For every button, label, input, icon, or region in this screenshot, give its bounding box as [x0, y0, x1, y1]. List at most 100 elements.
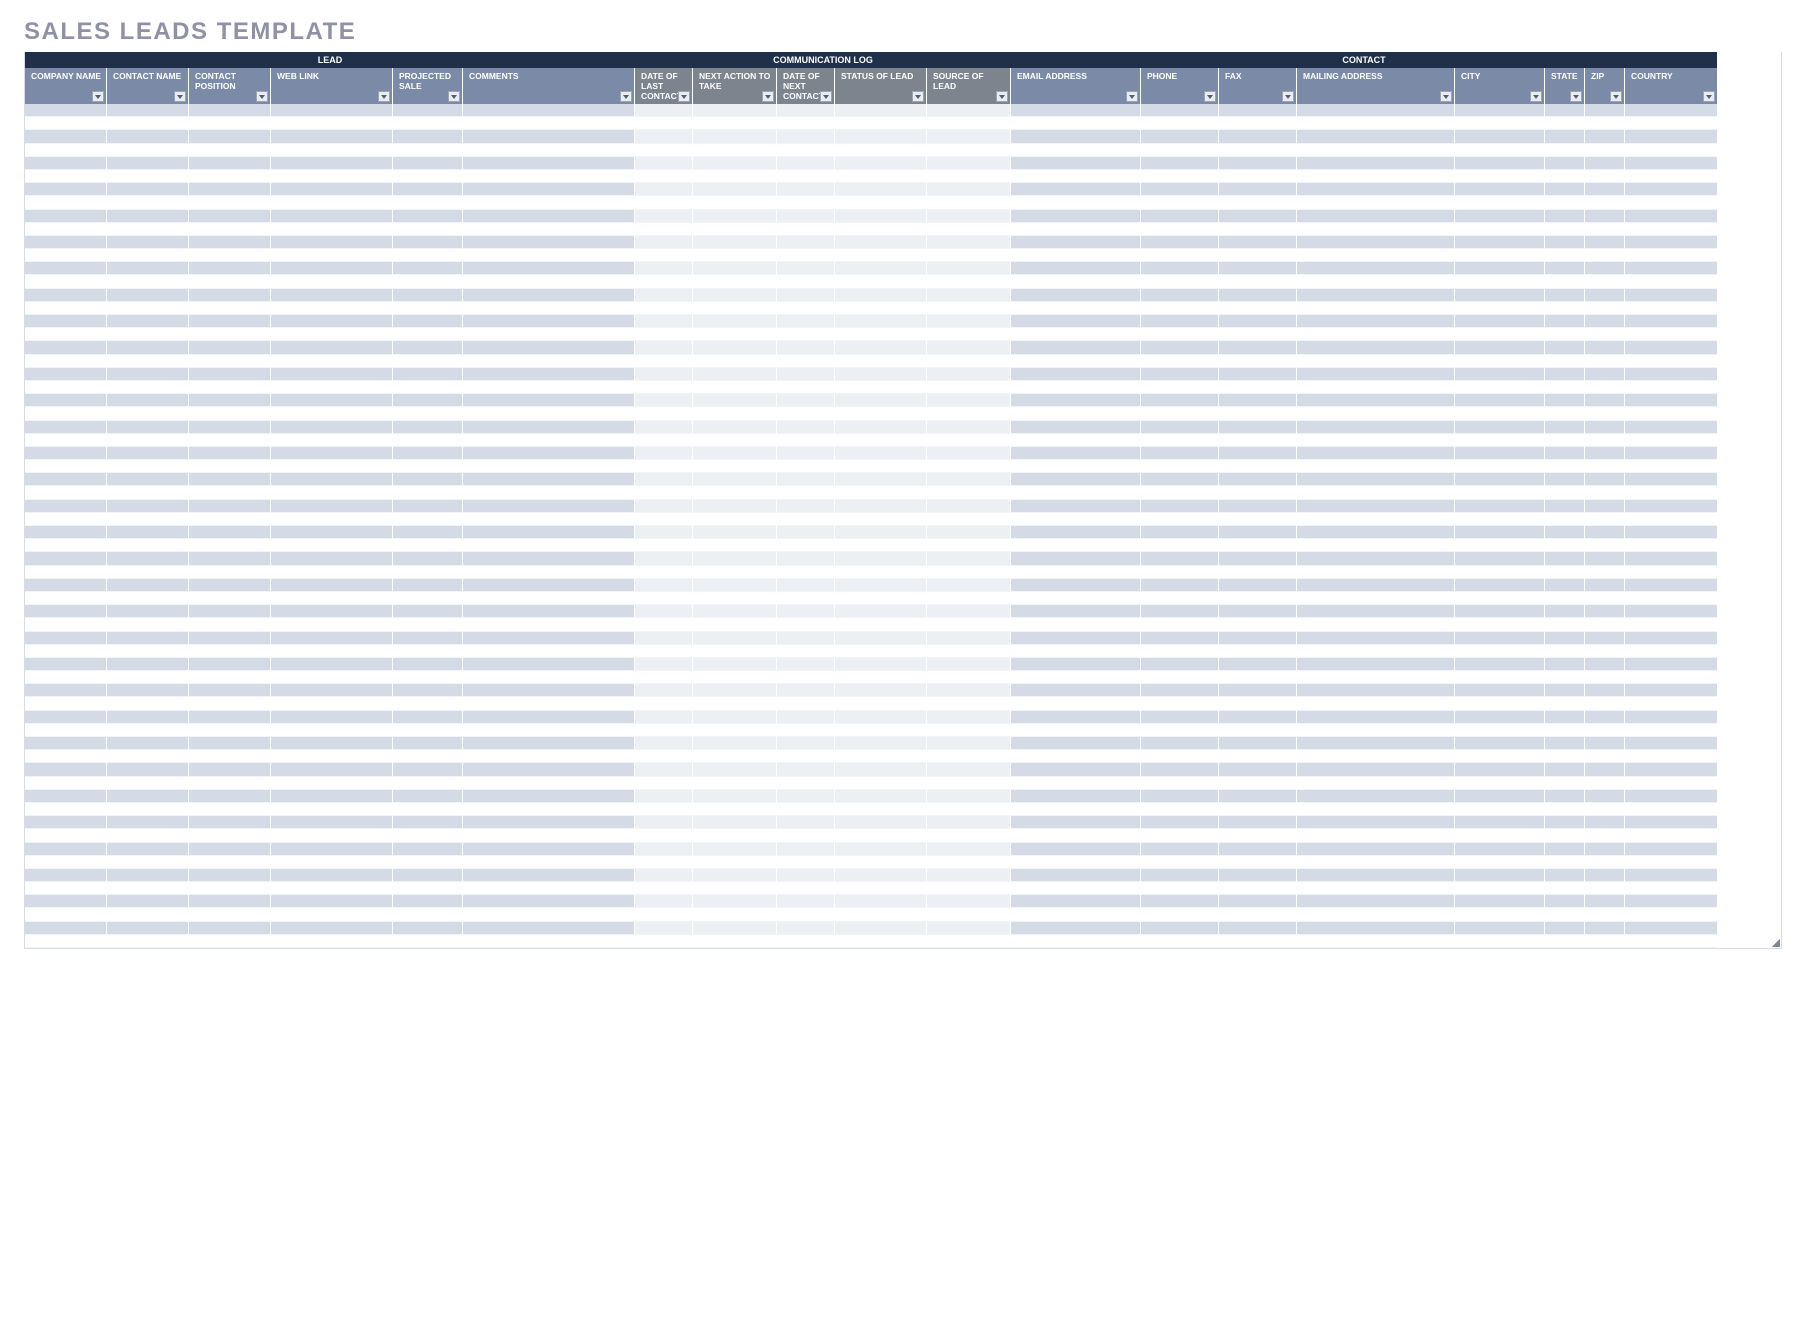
cell[interactable] [1011, 262, 1141, 275]
cell[interactable] [25, 130, 107, 143]
cell[interactable] [635, 697, 693, 710]
cell[interactable] [1011, 856, 1141, 869]
cell[interactable] [1585, 500, 1625, 513]
cell[interactable] [1297, 249, 1455, 262]
cell[interactable] [1625, 249, 1717, 262]
cell[interactable] [107, 763, 189, 776]
cell[interactable] [1141, 341, 1219, 354]
cell[interactable] [927, 302, 1011, 315]
cell[interactable] [1297, 922, 1455, 935]
cell[interactable] [189, 592, 271, 605]
cell[interactable] [1297, 170, 1455, 183]
cell[interactable] [107, 869, 189, 882]
cell[interactable] [835, 302, 927, 315]
cell[interactable] [1455, 302, 1545, 315]
resize-handle-icon[interactable] [1772, 939, 1780, 947]
cell[interactable] [393, 486, 463, 499]
cell[interactable] [927, 130, 1011, 143]
cell[interactable] [271, 856, 393, 869]
cell[interactable] [1455, 196, 1545, 209]
cell[interactable] [1011, 236, 1141, 249]
cell[interactable] [1219, 763, 1297, 776]
cell[interactable] [463, 908, 635, 921]
cell[interactable] [1545, 658, 1585, 671]
cell[interactable] [1545, 236, 1585, 249]
cell[interactable] [1297, 671, 1455, 684]
cell[interactable] [393, 170, 463, 183]
cell[interactable] [1455, 935, 1545, 948]
cell[interactable] [1545, 249, 1585, 262]
cell[interactable] [1297, 513, 1455, 526]
cell[interactable] [189, 816, 271, 829]
cell[interactable] [463, 157, 635, 170]
cell[interactable] [1625, 697, 1717, 710]
cell[interactable] [1011, 843, 1141, 856]
cell[interactable] [393, 315, 463, 328]
cell[interactable] [393, 737, 463, 750]
cell[interactable] [635, 249, 693, 262]
cell[interactable] [635, 223, 693, 236]
cell[interactable] [835, 196, 927, 209]
cell[interactable] [1141, 394, 1219, 407]
cell[interactable] [463, 790, 635, 803]
cell[interactable] [1625, 526, 1717, 539]
cell[interactable] [463, 618, 635, 631]
cell[interactable] [1625, 104, 1717, 117]
cell[interactable] [1141, 632, 1219, 645]
cell[interactable] [635, 447, 693, 460]
cell[interactable] [1141, 473, 1219, 486]
cell[interactable] [693, 196, 777, 209]
cell[interactable] [25, 526, 107, 539]
cell[interactable] [463, 552, 635, 565]
cell[interactable] [107, 381, 189, 394]
cell[interactable] [1297, 434, 1455, 447]
cell[interactable] [1545, 355, 1585, 368]
column-header-projected-sale[interactable]: PROJECTED SALE [393, 68, 463, 104]
cell[interactable] [635, 592, 693, 605]
cell[interactable] [189, 724, 271, 737]
cell[interactable] [1625, 671, 1717, 684]
cell[interactable] [25, 658, 107, 671]
cell[interactable] [1455, 210, 1545, 223]
cell[interactable] [635, 658, 693, 671]
cell[interactable] [927, 539, 1011, 552]
cell[interactable] [1585, 315, 1625, 328]
cell[interactable] [835, 869, 927, 882]
cell[interactable] [393, 460, 463, 473]
cell[interactable] [189, 486, 271, 499]
cell[interactable] [271, 513, 393, 526]
cell[interactable] [463, 421, 635, 434]
cell[interactable] [1545, 500, 1585, 513]
cell[interactable] [107, 196, 189, 209]
cell[interactable] [463, 592, 635, 605]
cell[interactable] [393, 117, 463, 130]
cell[interactable] [1585, 605, 1625, 618]
cell[interactable] [1141, 724, 1219, 737]
cell[interactable] [927, 315, 1011, 328]
cell[interactable] [271, 592, 393, 605]
cell[interactable] [1141, 407, 1219, 420]
cell[interactable] [1297, 144, 1455, 157]
cell[interactable] [107, 539, 189, 552]
cell[interactable] [189, 829, 271, 842]
cell[interactable] [1297, 486, 1455, 499]
cell[interactable] [1297, 658, 1455, 671]
cell[interactable] [835, 210, 927, 223]
cell[interactable] [835, 684, 927, 697]
cell[interactable] [1011, 104, 1141, 117]
cell[interactable] [693, 473, 777, 486]
cell[interactable] [463, 579, 635, 592]
cell[interactable] [927, 737, 1011, 750]
column-header-source-of-lead[interactable]: SOURCE OF LEAD [927, 68, 1011, 104]
cell[interactable] [1455, 104, 1545, 117]
cell[interactable] [1297, 856, 1455, 869]
cell[interactable] [1625, 908, 1717, 921]
cell[interactable] [25, 447, 107, 460]
cell[interactable] [463, 632, 635, 645]
cell[interactable] [393, 500, 463, 513]
cell[interactable] [693, 671, 777, 684]
cell[interactable] [1545, 790, 1585, 803]
cell[interactable] [1297, 566, 1455, 579]
cell[interactable] [271, 144, 393, 157]
cell[interactable] [271, 473, 393, 486]
